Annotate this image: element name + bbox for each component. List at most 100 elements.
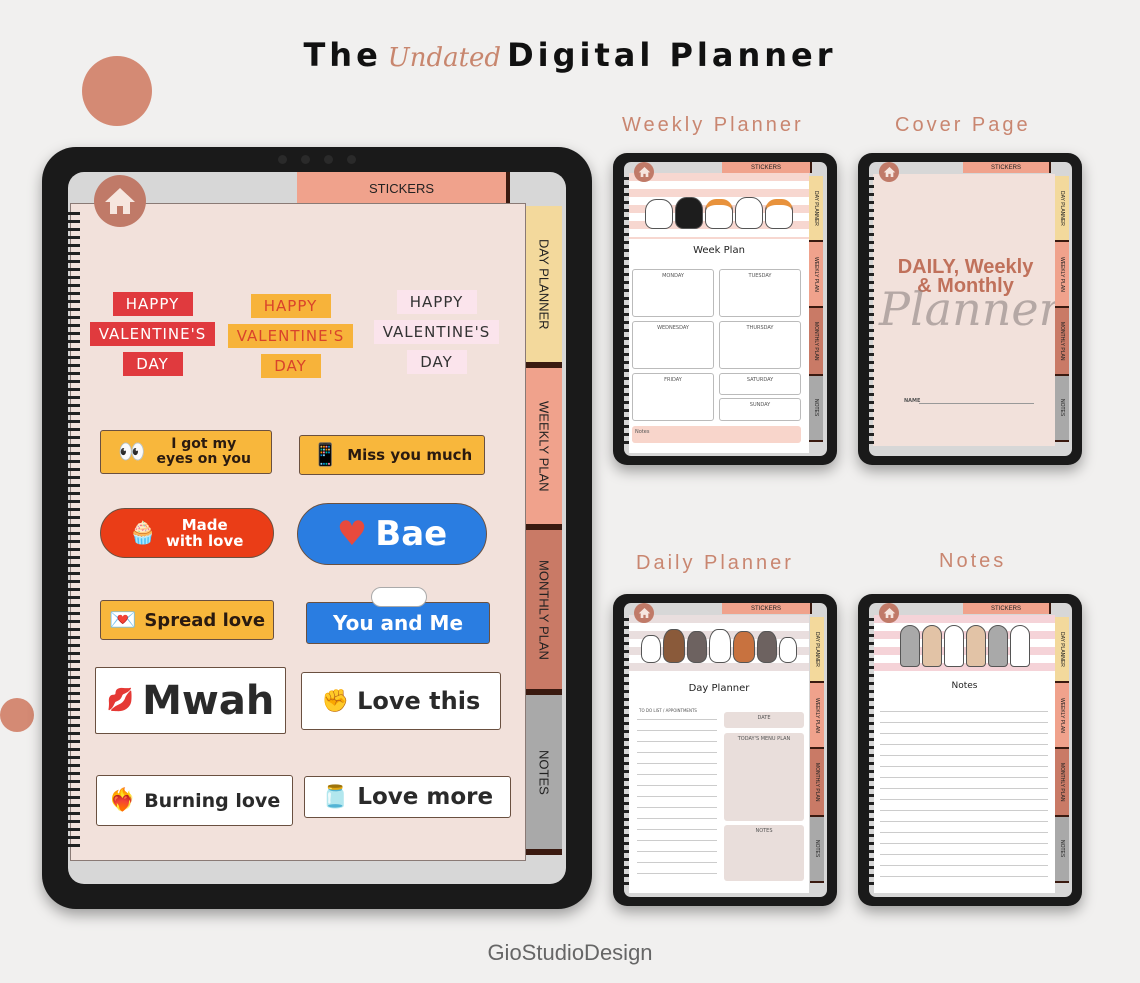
- sticker-made-with-love[interactable]: 🧁 Made with love: [100, 508, 274, 558]
- label-cover-page: Cover Page: [895, 114, 1031, 136]
- home-button[interactable]: [634, 603, 654, 623]
- tab-day-planner[interactable]: DAY PLANNER: [809, 176, 823, 242]
- tab-notes[interactable]: NOTES: [1055, 376, 1069, 442]
- tab-notes[interactable]: NOTES: [809, 376, 823, 442]
- sticker-eyes-on-you[interactable]: 👀 I got my eyes on you: [100, 430, 272, 474]
- day-box-thursday[interactable]: THURSDAY: [719, 321, 801, 369]
- sticker-love-more[interactable]: 🫙 Love more: [304, 776, 511, 818]
- ruled-line: [637, 840, 717, 841]
- tab-monthly-plan[interactable]: MONTHLY PLAN: [810, 749, 824, 817]
- sign-icon: ✊: [321, 688, 350, 714]
- ruled-line: [880, 788, 1048, 789]
- day-box-tuesday[interactable]: TUESDAY: [719, 269, 801, 317]
- ruled-line: [880, 876, 1048, 877]
- sticker-text: Miss you much: [347, 446, 473, 464]
- notes-box[interactable]: Notes: [632, 426, 801, 443]
- cat-icon: [705, 199, 733, 229]
- sticker-text: Love this: [357, 687, 481, 715]
- label-daily-planner: Daily Planner: [636, 552, 794, 574]
- day-box-sunday[interactable]: SUNDAY: [719, 398, 801, 421]
- camera: [278, 155, 356, 164]
- sticker-spread-love[interactable]: 💌 Spread love: [100, 600, 274, 640]
- tab-weekly-plan[interactable]: WEEKLY PLAN: [809, 242, 823, 308]
- ruled-line: [637, 873, 717, 874]
- tab-monthly-plan[interactable]: MONTHLY PLAN: [1055, 749, 1069, 817]
- bear-icon: [709, 629, 731, 663]
- heart-hug-icon: ♥: [336, 514, 368, 554]
- tab-stickers[interactable]: STICKERS: [297, 172, 510, 204]
- tab-weekly-plan[interactable]: WEEKLY PLAN: [1055, 242, 1069, 308]
- menu-plan-box[interactable]: TODAY'S MENU PLAN: [724, 733, 804, 821]
- day-box-friday[interactable]: FRIDAY: [632, 373, 714, 421]
- cloud-icon: [371, 587, 427, 607]
- tab-monthly-plan[interactable]: MONTHLY PLAN: [809, 308, 823, 376]
- home-button[interactable]: [879, 603, 899, 623]
- sticker-text: Bae: [375, 514, 448, 554]
- date-box[interactable]: DATE: [724, 712, 804, 728]
- day-box-wednesday[interactable]: WEDNESDAY: [632, 321, 714, 369]
- tab-monthly-plan[interactable]: MONTHLY PLAN: [1055, 308, 1069, 376]
- title-suffix: Digital Planner: [507, 36, 837, 74]
- tab-day-planner[interactable]: DAY PLANNER: [810, 617, 824, 683]
- ruled-line: [637, 818, 717, 819]
- valentine-sticker-pink[interactable]: HAPPY VALENTINE'S DAY: [374, 290, 499, 385]
- home-icon: [883, 608, 895, 618]
- tab-day-planner[interactable]: DAY PLANNER: [526, 206, 562, 368]
- name-label: NAME: [904, 398, 921, 404]
- tab-day-planner[interactable]: DAY PLANNER: [1055, 617, 1069, 683]
- page-title: The Undated Digital Planner: [0, 36, 1140, 74]
- home-button[interactable]: [879, 162, 899, 182]
- daily-page: Day Planner TO DO LIST / APPOINTMENTS DA…: [629, 615, 809, 893]
- spiral-binding: [869, 618, 874, 888]
- side-tabs: DAY PLANNER WEEKLY PLAN MONTHLY PLAN NOT…: [809, 176, 823, 442]
- name-field[interactable]: [919, 403, 1034, 404]
- cupcake-icon: 🧁: [129, 520, 157, 546]
- sticker-miss-you-much[interactable]: 📱 Miss you much: [299, 435, 485, 475]
- main-screen: STICKERS DAY PLANNER WEEKLY PLAN MONTHLY…: [68, 172, 566, 884]
- valentine-sticker-yellow[interactable]: HAPPY VALENTINE'S DAY: [228, 294, 353, 389]
- notes-heading: Notes: [951, 681, 978, 691]
- bunny-icon: [943, 625, 964, 667]
- sticker-bae[interactable]: ♥ Bae: [297, 503, 487, 565]
- tab-notes[interactable]: NOTES: [526, 695, 562, 855]
- ribbon-text: HAPPY: [112, 292, 193, 316]
- tab-weekly-plan[interactable]: WEEKLY PLAN: [810, 683, 824, 749]
- home-button[interactable]: [94, 175, 146, 227]
- tab-weekly-plan[interactable]: WEEKLY PLAN: [1055, 683, 1069, 749]
- notes-box[interactable]: NOTES: [724, 825, 804, 881]
- tab-weekly-plan[interactable]: WEEKLY PLAN: [526, 368, 562, 530]
- preview-cover-tablet[interactable]: STICKERS DAILY, Weekly & Monthly Planner…: [858, 153, 1082, 465]
- home-button[interactable]: [634, 162, 654, 182]
- tab-stickers[interactable]: STICKERS: [963, 603, 1051, 614]
- ribbon-text: HAPPY: [250, 294, 331, 318]
- bunny-icon: [921, 625, 942, 667]
- spiral-binding: [68, 212, 80, 852]
- tab-day-planner[interactable]: DAY PLANNER: [1055, 176, 1069, 242]
- spiral-binding: [869, 177, 874, 447]
- sticker-love-this[interactable]: ✊ Love this: [301, 672, 501, 730]
- tab-monthly-plan[interactable]: MONTHLY PLAN: [526, 530, 562, 695]
- sticker-text: Mwah: [142, 677, 275, 724]
- phone-icon: 📱: [311, 442, 340, 468]
- cat-icon: [765, 199, 793, 229]
- ruled-line: [880, 733, 1048, 734]
- home-icon: [638, 167, 650, 177]
- preview-weekly-tablet[interactable]: STICKERS Week Plan MONDAY TUESDAY WEDNES…: [613, 153, 837, 465]
- ruled-line: [637, 851, 717, 852]
- day-box-monday[interactable]: MONDAY: [632, 269, 714, 317]
- ruled-line: [880, 854, 1048, 855]
- tab-stickers[interactable]: STICKERS: [722, 603, 812, 614]
- preview-notes-tablet[interactable]: STICKERS Notes DAY PLANNER WEEKLY PLAN M…: [858, 594, 1082, 906]
- valentine-sticker-red[interactable]: HAPPY VALENTINE'S DAY: [90, 292, 215, 387]
- ruled-line: [637, 807, 717, 808]
- side-tabs: DAY PLANNER WEEKLY PLAN MONTHLY PLAN NOT…: [1055, 617, 1069, 883]
- day-box-saturday[interactable]: SATURDAY: [719, 373, 801, 395]
- tab-notes[interactable]: NOTES: [1055, 817, 1069, 883]
- tab-stickers[interactable]: STICKERS: [722, 162, 812, 173]
- sticker-burning-love[interactable]: ❤️‍🔥 Burning love: [96, 775, 293, 826]
- tab-notes[interactable]: NOTES: [810, 817, 824, 883]
- preview-daily-tablet[interactable]: STICKERS Day Planner TO DO LIST / APPOIN…: [613, 594, 837, 906]
- tab-stickers[interactable]: STICKERS: [963, 162, 1051, 173]
- sticker-mwah[interactable]: 💋 Mwah: [95, 667, 286, 734]
- sticker-you-and-me[interactable]: You and Me: [306, 587, 490, 644]
